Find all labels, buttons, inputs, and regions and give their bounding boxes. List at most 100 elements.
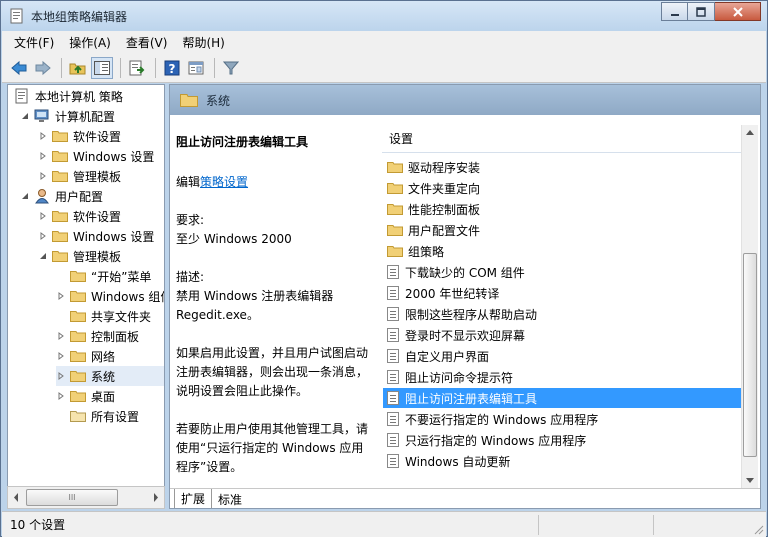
tree-item-control-panel[interactable]: 控制面板: [56, 326, 139, 346]
tab-standard[interactable]: 标准: [212, 489, 248, 508]
policy-setting-icon: [387, 433, 399, 447]
tree-item-root[interactable]: 本地计算机 策略: [14, 86, 123, 106]
collapsed-arrow-icon[interactable]: [38, 231, 48, 241]
scroll-left-icon[interactable]: [8, 487, 24, 508]
forward-button[interactable]: [32, 57, 54, 79]
list-item-policy[interactable]: 登录时不显示欢迎屏幕: [383, 325, 741, 345]
up-folder-button[interactable]: [67, 57, 89, 79]
tree-item-shared-folders[interactable]: 共享文件夹: [56, 306, 151, 326]
export-list-button[interactable]: [126, 57, 148, 79]
tree-label: 软件设置: [73, 209, 122, 224]
toolbar-separator: [120, 57, 121, 78]
scroll-right-icon[interactable]: [148, 487, 164, 508]
collapsed-arrow-icon[interactable]: [38, 131, 48, 141]
tree-item-computer-config[interactable]: 计算机配置: [20, 106, 115, 126]
close-button[interactable]: [715, 2, 761, 21]
requirement-value: 至少 Windows 2000: [176, 232, 292, 246]
list-item-policy[interactable]: 2000 年世纪转译: [383, 283, 741, 303]
expanded-arrow-icon[interactable]: [20, 111, 30, 121]
policy-setting-icon: [387, 412, 399, 426]
tree-label: 本地计算机 策略: [35, 89, 123, 104]
collapsed-arrow-icon[interactable]: [56, 351, 66, 361]
tree-item-network[interactable]: 网络: [56, 346, 115, 366]
list-item-policy[interactable]: 阻止访问命令提示符: [383, 367, 741, 387]
back-arrow-icon: [11, 60, 27, 75]
tree-label: 网络: [91, 349, 116, 364]
collapsed-arrow-icon[interactable]: [56, 391, 66, 401]
list-item-label: 2000 年世纪转译: [405, 286, 500, 301]
tree-horizontal-scrollbar[interactable]: III: [7, 486, 165, 509]
tree-item-user-admin[interactable]: 管理模板: [38, 246, 121, 266]
tree-item-computer-software[interactable]: 软件设置: [38, 126, 121, 146]
title-bar[interactable]: 本地组策略编辑器: [1, 1, 767, 31]
tree-item-windows-components[interactable]: Windows 组件: [56, 286, 164, 306]
list-item-label: 阻止访问注册表编辑工具: [405, 391, 538, 406]
folder-icon: [387, 225, 403, 236]
tree-item-all-settings[interactable]: 所有设置: [56, 406, 139, 426]
scroll-down-icon[interactable]: [742, 472, 758, 488]
window-title: 本地组策略编辑器: [31, 10, 128, 24]
resize-grip-icon[interactable]: [752, 523, 764, 535]
scroll-thumb[interactable]: III: [26, 489, 118, 506]
list-item-policy[interactable]: 只运行指定的 Windows 应用程序: [383, 430, 741, 450]
filter-button[interactable]: [220, 57, 242, 79]
list-vertical-scrollbar[interactable]: [741, 125, 758, 488]
tree-item-user-config[interactable]: 用户配置: [20, 186, 103, 206]
tree-item-system[interactable]: 系统: [56, 366, 164, 386]
tree-item-user-windows[interactable]: Windows 设置: [38, 226, 154, 246]
collapsed-arrow-icon[interactable]: [38, 211, 48, 221]
collapsed-arrow-icon[interactable]: [56, 291, 66, 301]
tree-item-computer-windows[interactable]: Windows 设置: [38, 146, 154, 166]
collapsed-arrow-icon[interactable]: [56, 371, 66, 381]
export-list-icon: [129, 60, 145, 75]
tree-item-start-menu[interactable]: “开始”菜单: [56, 266, 151, 286]
help-button[interactable]: ?: [161, 57, 183, 79]
expanded-arrow-icon[interactable]: [38, 251, 48, 261]
properties-button[interactable]: [185, 57, 207, 79]
main-window: 本地组策略编辑器 文件(F) 操作(A) 查看(V) 帮助(H) ? 本地计算机…: [0, 0, 768, 537]
menu-help[interactable]: 帮助(H): [182, 34, 224, 51]
list-item-folder[interactable]: 性能控制面板: [383, 199, 741, 219]
collapsed-arrow-icon[interactable]: [56, 331, 66, 341]
list-item-policy[interactable]: 不要运行指定的 Windows 应用程序: [383, 409, 741, 429]
tree-item-user-software[interactable]: 软件设置: [38, 206, 121, 226]
scroll-up-icon[interactable]: [742, 125, 758, 141]
policy-setting-icon: [387, 349, 399, 363]
minimize-button[interactable]: [661, 2, 688, 21]
list-item-policy[interactable]: 自定义用户界面: [383, 346, 741, 366]
folder-icon: [70, 351, 86, 362]
list-item-folder[interactable]: 组策略: [383, 241, 741, 261]
list-item-label: 只运行指定的 Windows 应用程序: [405, 433, 587, 448]
tree-label: 控制面板: [91, 329, 140, 344]
list-item-folder[interactable]: 用户配置文件: [383, 220, 741, 240]
expanded-arrow-icon[interactable]: [20, 191, 30, 201]
menu-view[interactable]: 查看(V): [126, 34, 168, 51]
show-hide-tree-button[interactable]: [91, 56, 113, 79]
collapsed-arrow-icon[interactable]: [38, 151, 48, 161]
scroll-thumb[interactable]: [743, 253, 757, 457]
menu-bar: 文件(F) 操作(A) 查看(V) 帮助(H): [2, 31, 766, 53]
tree-label: 系统: [91, 369, 116, 384]
folder-icon: [70, 331, 86, 342]
tree-item-desktop[interactable]: 桌面: [56, 386, 115, 406]
list-item-folder[interactable]: 文件夹重定向: [383, 178, 741, 198]
list-item-policy[interactable]: 限制这些程序从帮助启动: [383, 304, 741, 324]
settings-list: 设置 驱动程序安装 文件夹重定向 性能控制面板 用户配置文件 组策略 下载缺少的…: [382, 125, 760, 488]
toolbar-separator: [214, 57, 215, 78]
policy-settings-link[interactable]: 策略设置: [200, 175, 248, 189]
console-tree: 本地计算机 策略 计算机配置 软件设置 Windows 设置 管理模板 用户配置: [7, 84, 165, 509]
column-header-setting[interactable]: 设置: [382, 125, 742, 153]
maximize-button[interactable]: [688, 2, 715, 21]
list-item-policy-selected[interactable]: 阻止访问注册表编辑工具: [383, 388, 741, 408]
collapsed-arrow-icon[interactable]: [38, 171, 48, 181]
tab-extended[interactable]: 扩展: [174, 489, 213, 508]
details-pane: 系统 阻止访问注册表编辑工具 编辑策略设置 要求: 至少 Windows 200…: [169, 84, 761, 509]
menu-action[interactable]: 操作(A): [69, 34, 111, 51]
menu-file[interactable]: 文件(F): [14, 34, 54, 51]
tree-item-computer-admin[interactable]: 管理模板: [38, 166, 121, 186]
list-item-folder[interactable]: 驱动程序安装: [383, 157, 741, 177]
list-item-policy[interactable]: 下载缺少的 COM 组件: [383, 262, 741, 282]
folder-icon: [52, 231, 68, 242]
list-item-policy[interactable]: Windows 自动更新: [383, 451, 741, 471]
back-button[interactable]: [8, 57, 30, 79]
